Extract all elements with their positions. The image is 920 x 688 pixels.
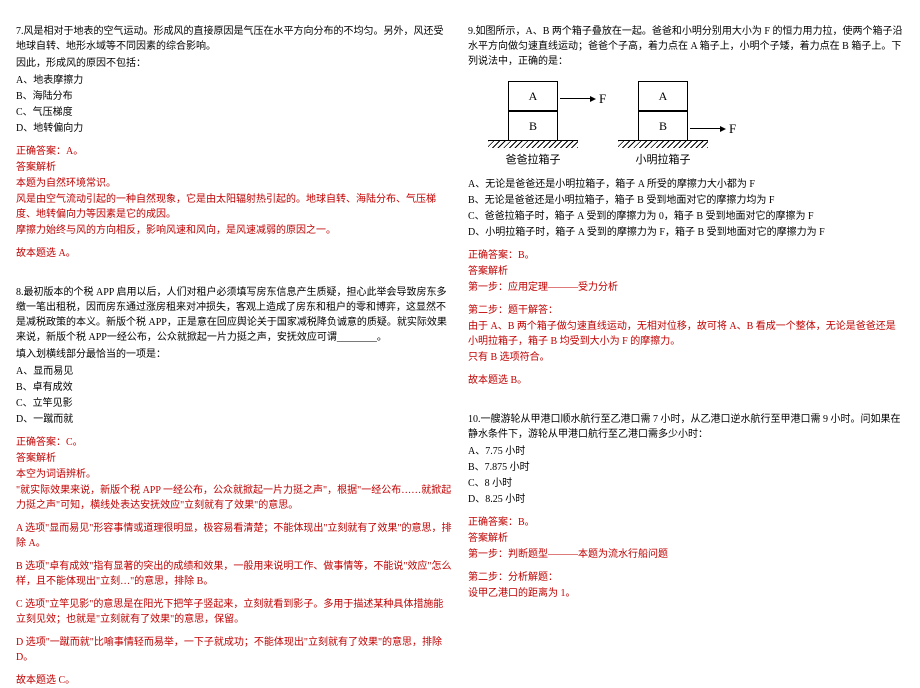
force-label-xm: F (729, 119, 736, 139)
q8-opt-a: A、显而易见 (16, 364, 452, 379)
question-8: 8.最初版本的个税 APP 启用以后，人们对租户必须填写房东信息产生质疑，担心此… (16, 285, 452, 688)
diagram-xiaoming: A B F 小明拉箱子 (618, 81, 708, 169)
q7-conclusion: 故本题选 A。 (16, 246, 452, 261)
q9-stem: 9.如图所示，A、B 两个箱子叠放在一起。爸爸和小明分别用大小为 F 的恒力用力… (468, 24, 904, 69)
q8-opt-b: B、卓有成效 (16, 380, 452, 395)
q10-opt-c: C、8 小时 (468, 476, 904, 491)
q8-analysis-6: D 选项"一蹴而就"比喻事情轻而易举，一下子就成功；不能体现出"立刻就有了效果"… (16, 635, 452, 665)
q10-analysis-1: 第一步：判断题型———本题为流水行船问题 (468, 547, 904, 562)
force-arrow-xm: F (690, 119, 736, 139)
q9-conclusion: 故本题选 B。 (468, 373, 904, 388)
q9-analysis-4: 只有 B 选项符合。 (468, 350, 904, 365)
q7-analysis-1: 本题为自然环境常识。 (16, 176, 452, 191)
left-column: 7.风是相对于地表的空气运动。形成风的直接原因是气压在水平方向分布的不均匀。另外… (8, 8, 460, 643)
q8-stem2: 填入划横线部分最恰当的一项是： (16, 347, 452, 362)
force-arrow-dad: F (560, 89, 606, 109)
box-b-dad: B (508, 111, 558, 141)
q9-opt-d: D、小明拉箱子时，箱子 A 受到的摩擦力为 F，箱子 B 受到地面对它的摩擦力为… (468, 225, 904, 240)
q7-opt-c: C、气压梯度 (16, 105, 452, 120)
q7-stem2: 因此，形成风的原因不包括： (16, 56, 452, 71)
q7-opt-a: A、地表摩擦力 (16, 73, 452, 88)
box-a-dad: A (508, 81, 558, 111)
q9-diagram-row: A F B 爸爸拉箱子 A B F (488, 81, 904, 169)
question-9: 9.如图所示，A、B 两个箱子叠放在一起。爸爸和小明分别用大小为 F 的恒力用力… (468, 24, 904, 388)
q7-opt-d: D、地转偏向力 (16, 121, 452, 136)
q8-conclusion: 故本题选 C。 (16, 673, 452, 688)
q9-analysis-label: 答案解析 (468, 264, 904, 279)
q8-opt-c: C、立竿见影 (16, 396, 452, 411)
q10-opt-a: A、7.75 小时 (468, 444, 904, 459)
right-column: 9.如图所示，A、B 两个箱子叠放在一起。爸爸和小明分别用大小为 F 的恒力用力… (460, 8, 912, 643)
arrow-head-icon (590, 96, 596, 102)
diagram-label-xm: 小明拉箱子 (636, 152, 691, 169)
q10-stem: 10.一艘游轮从甲港口顺水航行至乙港口需 7 小时，从乙港口逆水航行至甲港口需 … (468, 412, 904, 442)
q9-analysis-1: 第一步：应用定理———受力分析 (468, 280, 904, 295)
q8-analysis-1: 本空为词语辨析。 (16, 467, 452, 482)
question-7: 7.风是相对于地表的空气运动。形成风的直接原因是气压在水平方向分布的不均匀。另外… (16, 24, 452, 261)
ground-icon (488, 140, 578, 148)
ground-icon (618, 140, 708, 148)
q9-analysis-3: 由于 A、B 两个箱子做匀速直线运动，无相对位移，故可将 A、B 看成一个整体，… (468, 319, 904, 349)
q10-analysis-2: 第二步：分析解题： (468, 570, 904, 585)
q8-analysis-2: "就实际效果来说，新版个税 APP 一经公布，公众就掀起一片力挺之声"，根据"一… (16, 483, 452, 513)
arrow-line-icon (690, 128, 720, 129)
q8-analysis-3: A 选项"显而易见"形容事情或道理很明显，极容易看清楚；不能体现出"立刻就有了效… (16, 521, 452, 551)
box-b-xm: B (638, 111, 688, 141)
q9-analysis-2: 第二步：题干解答： (468, 303, 904, 318)
diagram-label-dad: 爸爸拉箱子 (506, 152, 561, 169)
q10-opt-d: D、8.25 小时 (468, 492, 904, 507)
q9-answer: 正确答案：B。 (468, 248, 904, 263)
q10-analysis-label: 答案解析 (468, 531, 904, 546)
arrow-line-icon (560, 98, 590, 99)
q7-opt-b: B、海陆分布 (16, 89, 452, 104)
q7-analysis-label: 答案解析 (16, 160, 452, 175)
q7-analysis-2: 风是由空气流动引起的一种自然现象，它是由太阳辐射热引起的。地球自转、海陆分布、气… (16, 192, 452, 222)
q8-opt-d: D、一蹴而就 (16, 412, 452, 427)
q8-answer: 正确答案：C。 (16, 435, 452, 450)
box-stack-dad: A F B (508, 81, 558, 141)
box-stack-xiaoming: A B F (638, 81, 688, 141)
q10-opt-b: B、7.875 小时 (468, 460, 904, 475)
q10-analysis-3: 设甲乙港口的距离为 1。 (468, 586, 904, 601)
q8-analysis-label: 答案解析 (16, 451, 452, 466)
box-a-xm: A (638, 81, 688, 111)
force-label-dad: F (599, 89, 606, 109)
q9-opt-b: B、无论是爸爸还是小明拉箱子，箱子 B 受到地面对它的摩擦力均为 F (468, 193, 904, 208)
diagram-dad: A F B 爸爸拉箱子 (488, 81, 578, 169)
q10-answer: 正确答案：B。 (468, 515, 904, 530)
q9-opt-a: A、无论是爸爸还是小明拉箱子，箱子 A 所受的摩擦力大小都为 F (468, 177, 904, 192)
q7-analysis-3: 摩擦力始终与风的方向相反，影响风速和风向，是风速减弱的原因之一。 (16, 223, 452, 238)
q7-stem: 7.风是相对于地表的空气运动。形成风的直接原因是气压在水平方向分布的不均匀。另外… (16, 24, 452, 54)
arrow-head-icon (720, 126, 726, 132)
q8-analysis-5: C 选项"立竿见影"的意思是在阳光下把竿子竖起来，立刻就看到影子。多用于描述某种… (16, 597, 452, 627)
q8-stem: 8.最初版本的个税 APP 启用以后，人们对租户必须填写房东信息产生质疑，担心此… (16, 285, 452, 345)
q7-answer: 正确答案：A。 (16, 144, 452, 159)
question-10: 10.一艘游轮从甲港口顺水航行至乙港口需 7 小时，从乙港口逆水航行至甲港口需 … (468, 412, 904, 601)
q9-opt-c: C、爸爸拉箱子时，箱子 A 受到的摩擦力为 0，箱子 B 受到地面对它的摩擦为 … (468, 209, 904, 224)
q8-analysis-4: B 选项"卓有成效"指有显著的突出的成绩和效果，一般用来说明工作、做事情等，不能… (16, 559, 452, 589)
